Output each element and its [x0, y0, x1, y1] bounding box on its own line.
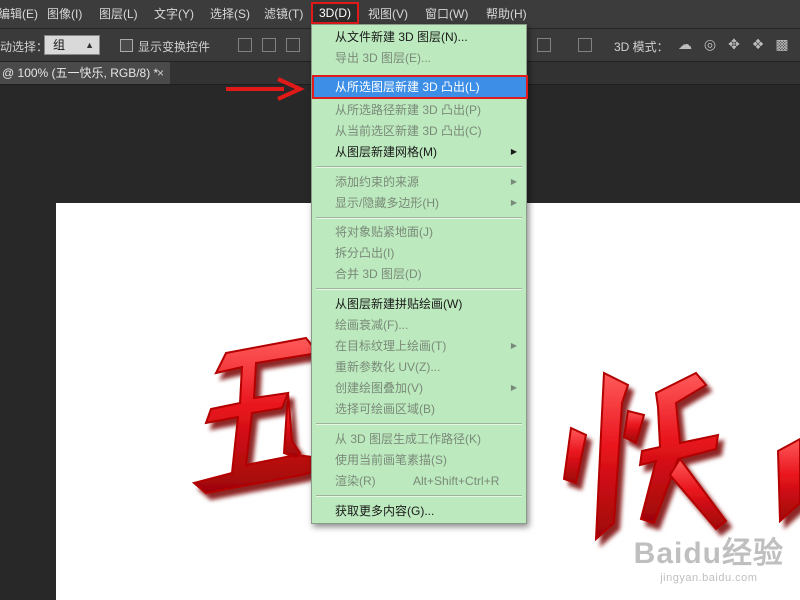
menu-filter[interactable]: 滤镜(T): [264, 6, 303, 22]
menu-item-make-work-path-from-3d-layer[interactable]: 从 3D 图层生成工作路径(K): [312, 429, 526, 449]
rotate-3d-icon[interactable]: ☁: [677, 36, 693, 52]
menu-item-get-more-content[interactable]: 获取更多内容(G)...: [312, 501, 526, 521]
menu-item-label: 渲染(R): [335, 474, 376, 488]
auto-select-dropdown[interactable]: 组 ▲: [44, 35, 100, 55]
menu-type[interactable]: 文字(Y): [154, 6, 194, 22]
menu-item-paint-on-target-texture[interactable]: 在目标纹理上绘画(T) ▶: [312, 336, 526, 356]
submenu-arrow-icon: ▶: [510, 198, 517, 207]
document-tab-title: @ 100% (五一快乐, RGB/8) *: [2, 66, 159, 80]
artwork-character-kuai: [562, 371, 728, 542]
menu-view[interactable]: 视图(V): [368, 6, 408, 22]
menu-item-shortcut: Alt+Shift+Ctrl+R: [413, 474, 500, 488]
3d-mode-label: 3D 模式：: [614, 40, 669, 54]
menu-layer[interactable]: 图层(L): [99, 6, 138, 22]
menu-item-label: 从图层新建网格(M): [335, 145, 437, 159]
document-tab[interactable]: @ 100% (五一快乐, RGB/8) * ×: [0, 62, 170, 84]
watermark-url: jingyan.baidu.com: [660, 572, 758, 584]
menu-item-add-constraint-source[interactable]: 添加约束的来源 ▶: [312, 172, 526, 192]
menu-item-new-tiled-painting[interactable]: 从图层新建拼贴绘画(W): [312, 294, 526, 314]
menu-item-new-mesh-from-layer[interactable]: 从图层新建网格(M) ▶: [312, 142, 526, 162]
menu-item-new-3d-layer-from-file[interactable]: 从文件新建 3D 图层(N)...: [312, 27, 526, 47]
menu-item-merge-3d-layers[interactable]: 合并 3D 图层(D): [312, 264, 526, 284]
menu-item-label: 创建绘图叠加(V): [335, 381, 423, 395]
menu-item-new-3d-extrusion-from-selection[interactable]: 从当前选区新建 3D 凸出(C): [312, 121, 526, 141]
menu-3d-dropdown: 从文件新建 3D 图层(N)... 导出 3D 图层(E)... 从所选图层新建…: [311, 24, 528, 524]
align-top-icon[interactable]: [238, 38, 252, 52]
submenu-arrow-icon: ▶: [510, 383, 517, 392]
close-icon[interactable]: ×: [157, 62, 164, 84]
menu-item-render[interactable]: 渲染(R) Alt+Shift+Ctrl+R: [312, 471, 526, 491]
menu-item-label: 显示/隐藏多边形(H): [335, 196, 439, 210]
menu-item-label: 在目标纹理上绘画(T): [335, 339, 447, 353]
menu-item-reparameterize-uv[interactable]: 重新参数化 UV(Z)...: [312, 357, 526, 377]
align-bottom-icon[interactable]: [286, 38, 300, 52]
menu-item-new-3d-extrusion-from-selected-layer[interactable]: 从所选图层新建 3D 凸出(L): [312, 75, 528, 99]
menu-item-new-3d-extrusion-from-path[interactable]: 从所选路径新建 3D 凸出(P): [312, 100, 526, 120]
drag-3d-icon[interactable]: ✥: [726, 36, 742, 52]
menu-item-paint-falloff[interactable]: 绘画衰减(F)...: [312, 315, 526, 335]
auto-align-icon[interactable]: [578, 38, 592, 52]
align-vcenter-icon[interactable]: [262, 38, 276, 52]
submenu-arrow-icon: ▶: [510, 341, 517, 350]
menu-item-label: 添加约束的来源: [335, 175, 420, 189]
menu-separator: [316, 423, 522, 425]
submenu-arrow-icon: ▶: [510, 177, 517, 186]
menu-item-split-extrusion[interactable]: 拆分凸出(I): [312, 243, 526, 263]
menu-item-select-paintable-areas[interactable]: 选择可绘画区域(B): [312, 399, 526, 419]
baidu-watermark: Baidu经验 jingyan.baidu.com: [634, 528, 784, 584]
menu-separator: [316, 495, 522, 497]
scale-3d-icon[interactable]: ▩: [774, 36, 790, 52]
menu-item-sketch-with-current-brush[interactable]: 使用当前画笔素描(S): [312, 450, 526, 470]
menu-3d[interactable]: 3D(D): [311, 2, 359, 24]
menu-image[interactable]: 图像(I): [47, 6, 82, 22]
artwork-character-le-partial: [776, 437, 800, 524]
menu-item-show-hide-polygons[interactable]: 显示/隐藏多边形(H) ▶: [312, 193, 526, 213]
menu-separator: [316, 217, 522, 219]
distribute-icon[interactable]: [537, 38, 551, 52]
watermark-brand: Baidu经验: [633, 537, 784, 570]
auto-select-value: 组: [53, 38, 66, 52]
show-transform-checkbox[interactable]: [120, 39, 133, 52]
menu-separator: [316, 166, 522, 168]
menu-select[interactable]: 选择(S): [210, 6, 250, 22]
show-transform-label: 显示变换控件: [138, 40, 211, 54]
menu-item-export-3d-layer[interactable]: 导出 3D 图层(E)...: [312, 48, 526, 68]
auto-select-label: 自动选择：: [0, 40, 49, 54]
menu-edit[interactable]: 编辑(E): [0, 6, 38, 22]
menu-window[interactable]: 窗口(W): [425, 6, 468, 22]
menu-help[interactable]: 帮助(H): [486, 6, 527, 22]
menu-separator: [316, 288, 522, 290]
updown-arrows-icon: ▲: [85, 40, 94, 50]
menu-item-snap-object-to-ground[interactable]: 将对象贴紧地面(J): [312, 222, 526, 242]
submenu-arrow-icon: ▶: [510, 147, 517, 156]
slide-3d-icon[interactable]: ❖: [750, 36, 766, 52]
red-arrow-icon: [226, 77, 305, 101]
menu-item-create-uv-overlays[interactable]: 创建绘图叠加(V) ▶: [312, 378, 526, 398]
roll-3d-icon[interactable]: ◎: [702, 36, 718, 52]
